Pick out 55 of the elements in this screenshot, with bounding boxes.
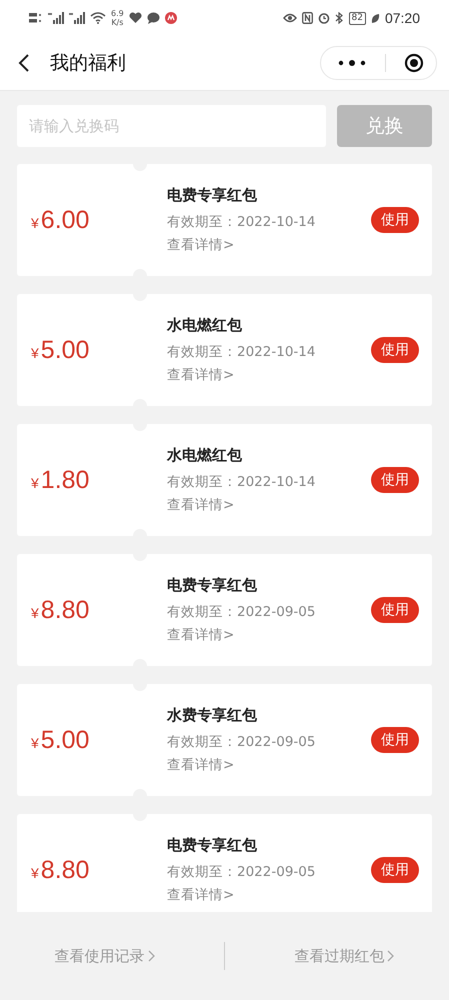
wifi-icon: [90, 12, 106, 24]
coupon-amount: ¥5.00: [31, 726, 90, 754]
expiry-date: 有效期至：2022-10-14: [167, 213, 316, 231]
battery-level: 82: [348, 12, 366, 24]
bluetooth-icon: [334, 12, 344, 24]
status-time: 07:20: [384, 10, 420, 26]
expiry-date: 有效期至：2022-09-05: [167, 603, 316, 621]
more-icon[interactable]: [337, 59, 367, 67]
use-button[interactable]: 使用: [371, 207, 419, 233]
coupon-title: 水费专享红包: [167, 706, 258, 725]
heart-icon: [128, 12, 142, 24]
use-button[interactable]: 使用: [371, 857, 419, 883]
chevron-icon: [148, 950, 155, 962]
back-icon[interactable]: [18, 53, 30, 73]
coupon-amount: ¥8.80: [31, 596, 90, 624]
chat-icon: [146, 12, 160, 24]
chevron-icon: [387, 950, 394, 962]
signal-icon: [69, 12, 85, 24]
coupon-title: 电费专享红包: [167, 836, 258, 855]
details-link[interactable]: 查看详情>: [167, 496, 371, 514]
coupon-amount: ¥6.00: [31, 206, 90, 234]
expiry-date: 有效期至：2022-10-14: [167, 343, 316, 361]
coupon-title: 水电燃红包: [167, 316, 243, 335]
code-input-field[interactable]: 请输入兑换码: [17, 105, 326, 147]
use-button[interactable]: 使用: [371, 597, 419, 623]
details-link[interactable]: 查看详情>: [167, 626, 371, 644]
footer-link[interactable]: 查看使用记录: [54, 946, 155, 966]
use-button[interactable]: 使用: [371, 467, 419, 493]
use-button[interactable]: 使用: [371, 727, 419, 753]
close-icon[interactable]: [404, 53, 424, 73]
sim-icon: [29, 12, 43, 24]
page-title: 我的福利: [50, 51, 127, 76]
alarm-icon: [318, 12, 330, 24]
leaf-icon: [370, 12, 380, 24]
footer-link[interactable]: 查看过期红包: [294, 946, 394, 966]
coupon-title: 水电燃红包: [167, 446, 243, 465]
app-icon: [164, 12, 177, 24]
use-button[interactable]: 使用: [371, 337, 419, 363]
coupon-amount: ¥1.80: [31, 466, 90, 494]
details-link[interactable]: 查看详情>: [167, 886, 371, 904]
expiry-date: 有效期至：2022-10-14: [167, 473, 316, 491]
details-link[interactable]: 查看详情>: [167, 366, 371, 384]
coupon-amount: ¥5.00: [31, 336, 90, 364]
details-link[interactable]: 查看详情>: [167, 236, 371, 254]
signal-icon: [48, 12, 64, 24]
nfc-icon: [302, 12, 312, 24]
details-link[interactable]: 查看详情>: [167, 756, 371, 774]
coupon-title: 电费专享红包: [167, 186, 258, 205]
coupon-title: 电费专享红包: [167, 576, 258, 595]
expiry-date: 有效期至：2022-09-05: [167, 863, 316, 881]
expiry-date: 有效期至：2022-09-05: [167, 733, 316, 751]
eye-icon: [282, 13, 296, 23]
redeem-button[interactable]: 兑换: [337, 105, 432, 147]
coupon-amount: ¥8.80: [31, 856, 90, 884]
network-speed: 6.9 K/s: [111, 9, 124, 27]
